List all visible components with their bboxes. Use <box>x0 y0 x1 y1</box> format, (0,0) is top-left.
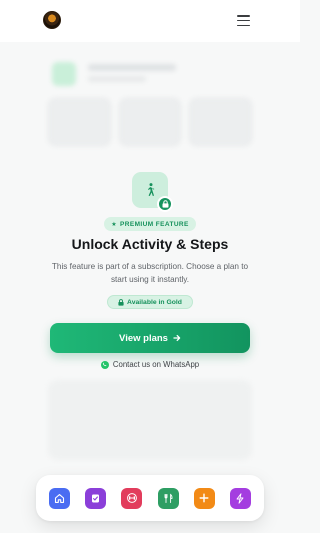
checklist-icon <box>92 494 100 502</box>
lock-small-icon <box>118 298 124 306</box>
availability-label: Available in Gold <box>127 298 182 306</box>
bottom-dock <box>36 475 264 521</box>
premium-feature-label: PREMIUM FEATURE <box>120 220 189 228</box>
dumbbell-icon <box>126 493 137 503</box>
whatsapp-icon <box>100 360 109 369</box>
contact-whatsapp-link[interactable]: Contact us on WhatsApp <box>0 360 300 369</box>
view-plans-label: View plans <box>119 332 168 344</box>
dock-energy-button[interactable] <box>229 487 251 509</box>
subscription-description: This feature is part of a subscription. … <box>51 262 249 284</box>
lightning-icon <box>236 492 244 504</box>
lock-icon <box>157 196 173 212</box>
dock-home-button[interactable] <box>49 487 70 509</box>
hamburger-menu-icon[interactable] <box>237 15 250 26</box>
dock-checklist-button[interactable] <box>85 487 107 509</box>
premium-feature-badge: ★ PREMIUM FEATURE <box>104 217 196 231</box>
blurred-content-header <box>48 60 252 90</box>
unlock-title: Unlock Activity & Steps <box>71 236 229 252</box>
plus-icon <box>199 493 209 503</box>
user-avatar[interactable] <box>43 11 61 29</box>
arrow-right-icon <box>173 334 181 342</box>
star-icon: ★ <box>111 221 118 228</box>
dock-nutrition-button[interactable] <box>157 487 179 509</box>
availability-badge: Available in Gold <box>107 295 193 309</box>
dock-fitness-button[interactable] <box>121 487 143 509</box>
fork-knife-icon <box>164 493 173 503</box>
dock-add-button[interactable] <box>193 487 215 509</box>
blurred-content-panel <box>48 380 252 460</box>
view-plans-button[interactable]: View plans <box>50 323 250 353</box>
top-bar <box>0 0 300 42</box>
contact-whatsapp-label: Contact us on WhatsApp <box>112 360 200 369</box>
home-icon <box>54 493 65 503</box>
blurred-content-cards <box>48 98 253 146</box>
